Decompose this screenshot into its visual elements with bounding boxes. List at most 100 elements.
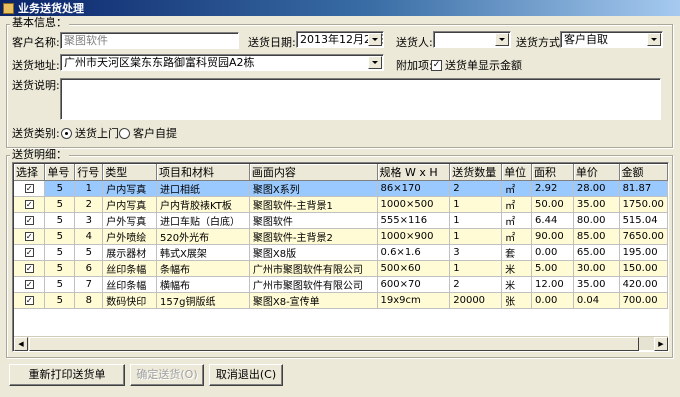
radio-deliver-door-label[interactable]: 送货上门	[75, 127, 119, 141]
col-header-unit[interactable]: 单位	[501, 164, 533, 181]
date-dropdown-icon[interactable]	[368, 33, 382, 46]
cell-amount: 420.00	[619, 276, 668, 293]
note-textarea[interactable]	[60, 78, 661, 120]
method-label: 送货方式:	[516, 36, 564, 49]
cell-material: 横幅布	[156, 276, 250, 293]
address-dropdown-icon[interactable]	[368, 56, 382, 69]
cell-select[interactable]: ✓	[14, 212, 46, 229]
horizontal-scrollbar[interactable]: ◀ ▶	[14, 336, 668, 351]
cell-area: 90.00	[531, 228, 574, 245]
table-row[interactable]: ✓ 5 1 户内写真 进口相纸 聚图X系列 86×170 2 ㎡ 2.92 28.00 81.87	[14, 180, 668, 197]
details-grid[interactable]: 选择 单号 行号 类型 项目和材料 画面内容 规格 W x H 送货数量 单位 …	[12, 162, 669, 352]
cell-select[interactable]: ✓	[14, 196, 46, 213]
cell-qty: 3	[449, 244, 503, 261]
show-amount-label[interactable]: 送货单显示金额	[445, 59, 522, 73]
cell-area: 2.92	[531, 180, 574, 197]
row-checkbox[interactable]: ✓	[24, 263, 34, 273]
method-dropdown-icon[interactable]	[647, 33, 661, 46]
col-header-price[interactable]: 单价	[573, 164, 620, 181]
cell-amount: 700.00	[619, 292, 668, 309]
col-header-amount[interactable]: 金额	[619, 164, 668, 181]
row-checkbox[interactable]: ✓	[24, 215, 34, 225]
table-row[interactable]: ✓ 5 2 户内写真 户内背胶裱KT板 聚图软件-主背景1 1000×500 1 ㎡ 50.00 3…	[14, 196, 668, 213]
cell-select[interactable]: ✓	[14, 180, 46, 197]
col-header-area[interactable]: 面积	[531, 164, 574, 181]
cell-qty: 2	[449, 276, 503, 293]
col-header-order[interactable]: 单号	[44, 164, 76, 181]
cell-area: 0.00	[531, 292, 574, 309]
col-header-material[interactable]: 项目和材料	[156, 164, 250, 181]
table-row[interactable]: ✓ 5 3 户外写真 进口车贴（白底） 聚图软件 555×116 1 ㎡ 6.44 80.00 515…	[14, 212, 668, 229]
show-amount-checkbox[interactable]: ✓	[431, 60, 442, 71]
cell-select[interactable]: ✓	[14, 260, 46, 277]
cell-price: 28.00	[573, 180, 620, 197]
cell-price: 85.00	[573, 228, 620, 245]
table-row[interactable]: ✓ 5 4 户外喷绘 520外光布 聚图软件-主背景2 1000×900 1 ㎡ 90.00 85.…	[14, 228, 668, 245]
radio-customer-pickup[interactable]	[119, 128, 130, 139]
cell-unit: ㎡	[501, 196, 533, 213]
cell-line: 7	[74, 276, 104, 293]
cell-price: 30.00	[573, 260, 620, 277]
cell-line: 6	[74, 260, 104, 277]
cell-order: 5	[44, 244, 76, 261]
col-header-select[interactable]: 选择	[14, 164, 46, 181]
cell-area: 12.00	[531, 276, 574, 293]
cell-price: 35.00	[573, 276, 620, 293]
cell-amount: 1750.00	[619, 196, 668, 213]
cell-spec: 555×116	[377, 212, 451, 229]
col-header-line[interactable]: 行号	[74, 164, 104, 181]
col-header-type[interactable]: 类型	[102, 164, 158, 181]
cell-type: 数码快印	[102, 292, 158, 309]
confirm-button[interactable]: 确定送货(O)	[130, 364, 204, 386]
table-row[interactable]: ✓ 5 5 展示器材 韩式X展架 聚图X8版 0.6×1.6 3 套 0.00 65.00 195.0…	[14, 244, 668, 261]
row-checkbox[interactable]: ✓	[24, 279, 34, 289]
cell-area: 0.00	[531, 244, 574, 261]
address-select[interactable]: 广州市天河区棠东东路御富科贸园A2栋	[60, 54, 384, 71]
col-header-content[interactable]: 画面内容	[249, 164, 378, 181]
deliverer-select[interactable]	[433, 31, 511, 48]
cell-order: 5	[44, 196, 76, 213]
cell-type: 丝印条幅	[102, 276, 158, 293]
method-select[interactable]: 客户自取	[560, 31, 663, 48]
app-icon	[3, 2, 14, 14]
extra-label: 附加项:	[396, 59, 433, 72]
date-picker[interactable]: 2013年12月27日	[296, 31, 384, 48]
cell-content: 聚图X8-宣传单	[249, 292, 378, 309]
scroll-left-icon[interactable]: ◀	[14, 337, 28, 351]
cell-spec: 0.6×1.6	[377, 244, 451, 261]
cell-content: 聚图软件-主背景2	[249, 228, 378, 245]
deliverer-dropdown-icon[interactable]	[495, 33, 509, 46]
cell-amount: 7650.00	[619, 228, 668, 245]
reprint-button[interactable]: 重新打印送货单	[9, 364, 125, 386]
cell-area: 6.44	[531, 212, 574, 229]
col-header-spec[interactable]: 规格 W x H	[377, 164, 451, 181]
window-titlebar: 业务送货处理	[0, 0, 680, 16]
row-checkbox[interactable]: ✓	[24, 183, 34, 193]
radio-customer-pickup-label[interactable]: 客户自提	[133, 127, 177, 141]
cell-type: 展示器材	[102, 244, 158, 261]
radio-deliver-door[interactable]	[61, 128, 72, 139]
cell-amount: 515.04	[619, 212, 668, 229]
cell-amount: 150.00	[619, 260, 668, 277]
cell-select[interactable]: ✓	[14, 228, 46, 245]
cell-select[interactable]: ✓	[14, 292, 46, 309]
scroll-thumb[interactable]	[29, 337, 639, 351]
scroll-right-icon[interactable]: ▶	[654, 337, 668, 351]
table-row[interactable]: ✓ 5 7 丝印条幅 横幅布 广州市聚图软件有限公司 600×70 2 米 12.00 35.00 4…	[14, 276, 668, 293]
table-row[interactable]: ✓ 5 6 丝印条幅 条幅布 广州市聚图软件有限公司 500×60 1 米 5.00 30.00 15…	[14, 260, 668, 277]
table-row[interactable]: ✓ 5 8 数码快印 157g铜版纸 聚图X8-宣传单 19x9cm 20000 张 0.00 0.…	[14, 292, 668, 309]
cell-order: 5	[44, 180, 76, 197]
row-checkbox[interactable]: ✓	[24, 295, 34, 305]
row-checkbox[interactable]: ✓	[24, 247, 34, 257]
row-checkbox[interactable]: ✓	[24, 231, 34, 241]
cell-area: 50.00	[531, 196, 574, 213]
cancel-button[interactable]: 取消退出(C)	[209, 364, 283, 386]
cell-select[interactable]: ✓	[14, 276, 46, 293]
cell-order: 5	[44, 260, 76, 277]
row-checkbox[interactable]: ✓	[24, 199, 34, 209]
col-header-qty[interactable]: 送货数量	[449, 164, 503, 181]
details-legend: 送货明细：	[10, 148, 69, 161]
cell-type: 户内写真	[102, 196, 158, 213]
customer-field[interactable]: 聚图软件	[60, 32, 239, 49]
cell-select[interactable]: ✓	[14, 244, 46, 261]
